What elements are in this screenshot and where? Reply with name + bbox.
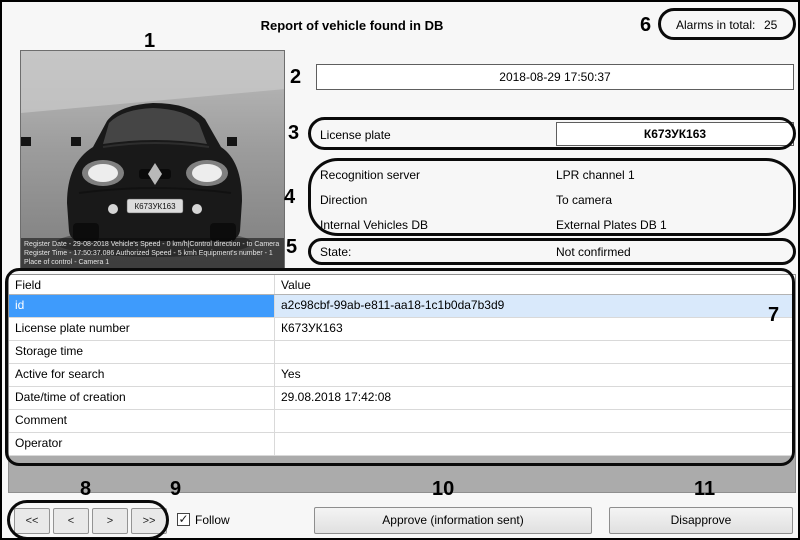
- photo-caption-line: Register Date - 29-08-2018 Vehicle's Spe…: [24, 240, 281, 249]
- annotation-4: 4: [284, 186, 295, 209]
- report-window: Report of vehicle found in DB Alarms in …: [0, 0, 800, 540]
- annotation-oval-5: [308, 238, 796, 265]
- license-plate-label: License plate: [320, 128, 391, 142]
- table-row[interactable]: License plate number К673УК163: [9, 318, 795, 341]
- nav-prev-button[interactable]: <: [53, 508, 89, 534]
- checkmark-icon: ✓: [178, 512, 188, 526]
- table-empty-area: [9, 456, 795, 492]
- annotation-5: 5: [286, 236, 297, 259]
- annotation-3: 3: [288, 122, 299, 145]
- table-cell-field[interactable]: id: [9, 295, 275, 317]
- table-row[interactable]: Comment: [9, 410, 795, 433]
- alarms-total-count: 25: [764, 18, 777, 32]
- table-cell-field[interactable]: Active for search: [9, 364, 275, 386]
- recognition-server-value: LPR channel 1: [556, 168, 635, 182]
- table-cell-value[interactable]: [275, 410, 795, 432]
- table-cell-field[interactable]: Storage time: [9, 341, 275, 363]
- table-cell-value[interactable]: a2c98cbf-99ab-e811-aa18-1c1b0da7b3d9: [275, 295, 795, 317]
- table-cell-value[interactable]: [275, 341, 795, 363]
- record-table: Field Value id a2c98cbf-99ab-e811-aa18-1…: [8, 274, 796, 493]
- table-cell-value[interactable]: [275, 433, 795, 455]
- direction-value: To camera: [556, 193, 612, 207]
- disapprove-button[interactable]: Disapprove: [609, 507, 793, 534]
- annotation-6: 6: [640, 14, 651, 37]
- plate-text: К673УК163: [134, 202, 176, 211]
- vehicle-photo: К673УК163 Register Date - 29-08-2018 Veh…: [20, 50, 285, 270]
- table-row[interactable]: Active for search Yes: [9, 364, 795, 387]
- state-label: State:: [320, 245, 351, 259]
- recognition-server-label: Recognition server: [320, 168, 420, 182]
- table-cell-value[interactable]: 29.08.2018 17:42:08: [275, 387, 795, 409]
- table-cell-field[interactable]: Date/time of creation: [9, 387, 275, 409]
- table-row[interactable]: Operator: [9, 433, 795, 456]
- table-header-row: Field Value: [9, 275, 795, 295]
- table-cell-field[interactable]: License plate number: [9, 318, 275, 340]
- state-value: Not confirmed: [556, 245, 631, 259]
- internal-db-label: Internal Vehicles DB: [320, 218, 428, 232]
- table-row[interactable]: id a2c98cbf-99ab-e811-aa18-1c1b0da7b3d9: [9, 295, 795, 318]
- follow-checkbox[interactable]: ✓: [177, 513, 190, 526]
- follow-label: Follow: [195, 513, 230, 527]
- photo-caption-line: Place of control - Camera 1: [24, 258, 281, 267]
- license-plate-field[interactable]: К673УК163: [556, 122, 794, 146]
- column-header-field: Field: [9, 275, 275, 294]
- nav-last-button[interactable]: >>: [131, 508, 167, 534]
- nav-next-button[interactable]: >: [92, 508, 128, 534]
- internal-db-value: External Plates DB 1: [556, 218, 667, 232]
- table-cell-field[interactable]: Comment: [9, 410, 275, 432]
- window-title: Report of vehicle found in DB: [152, 18, 552, 33]
- table-cell-value[interactable]: Yes: [275, 364, 795, 386]
- direction-label: Direction: [320, 193, 367, 207]
- alarms-total-label: Alarms in total:: [676, 18, 755, 32]
- annotation-2: 2: [290, 66, 301, 89]
- table-row[interactable]: Storage time: [9, 341, 795, 364]
- column-header-value: Value: [275, 275, 795, 294]
- photo-caption-line: Register Time - 17:50:37.086 Authorized …: [24, 249, 281, 258]
- table-cell-value[interactable]: К673УК163: [275, 318, 795, 340]
- nav-first-button[interactable]: <<: [14, 508, 50, 534]
- approve-button[interactable]: Approve (information sent): [314, 507, 592, 534]
- datetime-field[interactable]: 2018-08-29 17:50:37: [316, 64, 794, 90]
- photo-caption: Register Date - 29-08-2018 Vehicle's Spe…: [21, 238, 284, 269]
- table-cell-field[interactable]: Operator: [9, 433, 275, 455]
- table-row[interactable]: Date/time of creation 29.08.2018 17:42:0…: [9, 387, 795, 410]
